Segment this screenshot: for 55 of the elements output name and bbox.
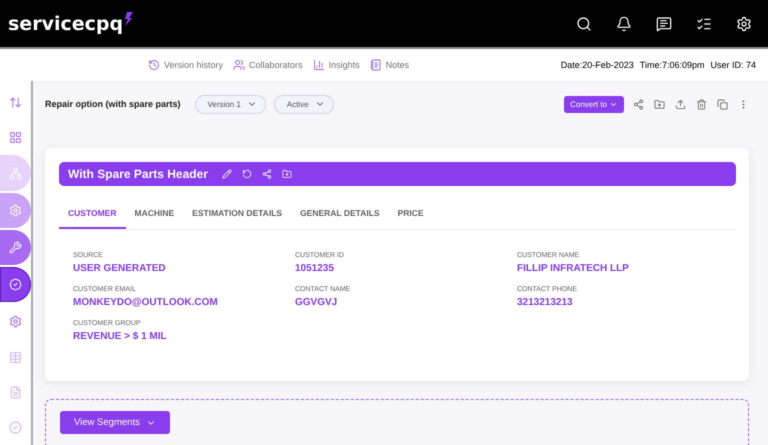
share-icon[interactable] [632, 98, 645, 110]
chat-icon[interactable] [656, 16, 672, 32]
list-icon[interactable] [696, 16, 712, 32]
badge-check-icon [9, 278, 22, 292]
bolt-icon [124, 12, 134, 26]
upload-icon[interactable] [674, 98, 687, 110]
settings-icon[interactable] [736, 16, 752, 32]
tab[interactable]: CUSTOMER [59, 200, 126, 229]
tab[interactable]: ESTIMATION DETAILS [183, 200, 292, 229]
toolbar-link[interactable]: Version history [148, 59, 224, 71]
sidebar-item[interactable] [0, 267, 31, 302]
grid-icon [9, 131, 22, 144]
arrows-icon [9, 96, 22, 110]
tab[interactable]: PRICE [388, 200, 433, 229]
view-segments-button[interactable]: View Segments [60, 411, 170, 434]
field-value: GGVGVJ [295, 297, 338, 308]
trash-icon[interactable] [695, 98, 708, 110]
check-circle-icon [9, 420, 22, 434]
notes-icon [370, 59, 382, 71]
document-icon [9, 386, 22, 399]
share-icon[interactable] [262, 169, 272, 179]
folder-icon[interactable] [653, 98, 666, 110]
time-text: Time:7:06:09pm [640, 60, 704, 70]
page-title: Repair option (with spare parts) [45, 99, 181, 109]
people-icon [233, 59, 246, 71]
pencil-icon[interactable] [222, 169, 232, 179]
field-value: 3213213213 [517, 297, 574, 308]
copy-icon[interactable] [716, 98, 729, 110]
gear-icon [9, 204, 22, 217]
toolbar-link[interactable]: Notes [370, 59, 410, 71]
toolbar-link[interactable]: Insights [312, 59, 360, 71]
dropdown[interactable]: Active [274, 94, 334, 114]
gear-icon [9, 315, 22, 328]
logo: servicecpq [8, 12, 124, 34]
field-value: REVENUE > $ 1 MIL [73, 331, 168, 342]
user-id-text: User ID: 74 [710, 60, 756, 70]
field-value: MONKEYDO@OUTLOOK.COM [73, 297, 219, 308]
undo-icon[interactable] [242, 169, 252, 179]
table-icon [9, 350, 22, 364]
tab[interactable]: MACHINE [126, 200, 184, 229]
bell-icon[interactable] [616, 16, 632, 32]
hierarchy-icon [9, 166, 22, 180]
field-value: USER GENERATED [73, 263, 167, 274]
date-text: Date:20-Feb-2023 [560, 60, 634, 70]
bar-chart-icon [312, 59, 325, 71]
field-value: 1051235 [295, 263, 335, 274]
tab[interactable]: GENERAL DETAILS [291, 200, 389, 229]
wrench-icon [9, 240, 22, 254]
toolbar-link[interactable]: Collaborators [233, 59, 303, 71]
field-value: FILLIP INFRATECH LLP [517, 263, 630, 274]
convert-button[interactable]: Convert to [564, 96, 624, 112]
dropdown[interactable]: Version 1 [194, 94, 266, 114]
search-icon[interactable] [576, 16, 592, 32]
clock-icon [148, 59, 160, 71]
section-title: With Spare Parts Header [68, 167, 208, 181]
